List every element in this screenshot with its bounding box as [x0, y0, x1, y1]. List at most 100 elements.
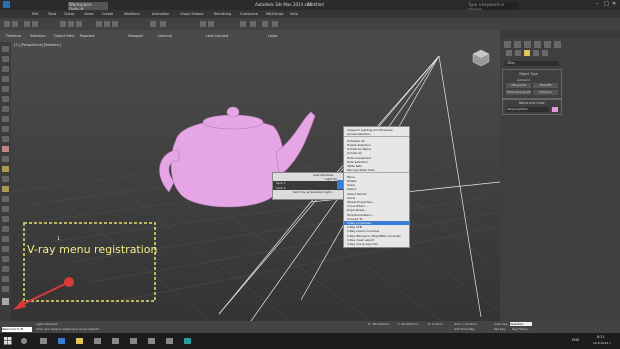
create-tab-icon[interactable]: [504, 41, 511, 48]
vrayies-button[interactable]: VRayIES: [533, 83, 558, 88]
menu-customize[interactable]: Customize: [240, 12, 258, 16]
app-logo-icon[interactable]: [3, 1, 10, 8]
tool-icon-24[interactable]: [2, 276, 9, 282]
tool-icon-5[interactable]: [2, 86, 9, 92]
maxscript-listener[interactable]: Welcome to M: [2, 327, 32, 332]
tool-icon-12[interactable]: [2, 156, 9, 162]
angle-snap-icon[interactable]: [160, 21, 166, 27]
start-icon[interactable]: [4, 337, 8, 341]
motion-tab-icon[interactable]: [534, 41, 541, 48]
tool-icon-22[interactable]: [2, 256, 9, 262]
search-icon[interactable]: [21, 338, 27, 344]
auto-key-button[interactable]: Auto Key: [494, 322, 507, 326]
curve-editor-icon[interactable]: [240, 21, 246, 27]
y-coordinate[interactable]: Y: 66,256mm: [398, 322, 418, 326]
tool-icon-17[interactable]: [2, 206, 9, 212]
task-view-icon[interactable]: [40, 338, 47, 344]
ribbon-layer-button[interactable]: Layer: [268, 34, 277, 38]
tool-icon-4[interactable]: [2, 76, 9, 82]
snap-icon[interactable]: [150, 21, 156, 27]
app-icon-2[interactable]: [130, 338, 137, 344]
select-icon[interactable]: [60, 21, 66, 27]
menu-maxscript[interactable]: MAXScript: [266, 12, 283, 16]
rotate-icon[interactable]: [104, 21, 110, 27]
scale-icon[interactable]: [112, 21, 118, 27]
align-icon[interactable]: [208, 21, 214, 27]
tool-icon-7[interactable]: [2, 106, 9, 112]
autogrid-checkbox[interactable]: AutoGrid: [517, 78, 530, 82]
category-dropdown[interactable]: VRay: [505, 61, 559, 66]
key-filters-button[interactable]: Key Filters...: [512, 327, 530, 331]
menu-create[interactable]: Create: [102, 12, 113, 16]
perspective-viewport[interactable]: [+] [Perspective] [Realistic] V-ray menu…: [11, 42, 500, 321]
tool-icon-9[interactable]: [2, 126, 9, 132]
hierarchy-tab-icon[interactable]: [524, 41, 531, 48]
tool-icon-15[interactable]: [2, 186, 9, 192]
vrayambientlight-button[interactable]: VRayAmbientLight: [506, 90, 531, 95]
tool-icon-20[interactable]: [2, 236, 9, 242]
ribbon-tab-freeform[interactable]: Freeform: [6, 34, 21, 38]
mirror-icon[interactable]: [200, 21, 206, 27]
region-icon[interactable]: [76, 21, 82, 27]
tool-icon-11[interactable]: [2, 146, 9, 152]
vraylight-button[interactable]: VRayLight: [506, 83, 531, 88]
app-icon-3[interactable]: [148, 338, 155, 344]
ribbon-lens-convert-button[interactable]: Lens Convert: [206, 34, 228, 38]
edge-icon[interactable]: [58, 338, 65, 344]
ribbon-tab-populate[interactable]: Populate: [80, 34, 95, 38]
minimize-icon[interactable]: –: [596, 1, 599, 7]
material-editor-icon[interactable]: [250, 21, 256, 27]
select-by-name-icon[interactable]: [68, 21, 74, 27]
cameras-icon[interactable]: [533, 50, 539, 56]
tool-icon-1[interactable]: [2, 46, 9, 52]
tool-icon-13[interactable]: [2, 166, 9, 172]
selection-dropdown[interactable]: Selected: [510, 322, 532, 326]
shapes-icon[interactable]: [515, 50, 521, 56]
tool-icon-19[interactable]: [2, 226, 9, 232]
tool-icon-14[interactable]: [2, 176, 9, 182]
render-setup-icon[interactable]: [262, 21, 268, 27]
display-tab-icon[interactable]: [544, 41, 551, 48]
lights-icon[interactable]: [524, 50, 530, 56]
ribbon-cleanup-button[interactable]: Cleanup: [158, 34, 172, 38]
ribbon-viewport-button[interactable]: Viewport: [128, 34, 143, 38]
menu-tools[interactable]: Tools: [48, 12, 56, 16]
tool-icon-21[interactable]: [2, 246, 9, 252]
maximize-icon[interactable]: □: [604, 1, 609, 7]
set-key-button[interactable]: Set Key: [494, 327, 505, 331]
3dsmax-taskbar-icon[interactable]: [184, 338, 191, 344]
modify-tab-icon[interactable]: [514, 41, 521, 48]
object-color-swatch[interactable]: [552, 107, 558, 112]
menu-animation[interactable]: Animation: [152, 12, 169, 16]
view-cube-icon[interactable]: [472, 49, 490, 67]
app-icon-1[interactable]: [112, 338, 119, 344]
vraysun-button[interactable]: VRaySun: [533, 90, 558, 95]
quad-menu-item[interactable]: V-Ray scene exporter: [344, 242, 409, 246]
link-icon[interactable]: [24, 21, 30, 27]
object-name-input[interactable]: VRayLight001: [506, 107, 549, 112]
menu-help[interactable]: Help: [290, 12, 298, 16]
z-coordinate[interactable]: Z: 0,0mm: [428, 322, 443, 326]
tool-icon-6[interactable]: [2, 96, 9, 102]
menu-graph-editors[interactable]: Graph Editors: [180, 12, 203, 16]
language-indicator[interactable]: ENG: [572, 338, 579, 342]
close-icon[interactable]: ✕: [612, 1, 616, 7]
redo-icon[interactable]: [12, 21, 18, 27]
tool-icon-23[interactable]: [2, 266, 9, 272]
tool-icon-2[interactable]: [2, 56, 9, 62]
geometry-icon[interactable]: [506, 50, 512, 56]
tool-icon-10[interactable]: [2, 136, 9, 142]
explorer-icon[interactable]: [76, 338, 83, 344]
add-time-tag[interactable]: Add Time Tag: [454, 327, 474, 331]
utilities-tab-icon[interactable]: [554, 41, 561, 48]
unlink-icon[interactable]: [32, 21, 38, 27]
helpers-icon[interactable]: [542, 50, 548, 56]
move-icon[interactable]: [96, 21, 102, 27]
tool-icon-16[interactable]: [2, 196, 9, 202]
x-coordinate[interactable]: X: -86,945mm: [368, 322, 389, 326]
undo-icon[interactable]: [4, 21, 10, 27]
store-icon[interactable]: [94, 338, 101, 344]
ribbon-tab-object-paint[interactable]: Object Paint: [54, 34, 75, 38]
tool-icon-8[interactable]: [2, 116, 9, 122]
menu-modifiers[interactable]: Modifiers: [124, 12, 139, 16]
